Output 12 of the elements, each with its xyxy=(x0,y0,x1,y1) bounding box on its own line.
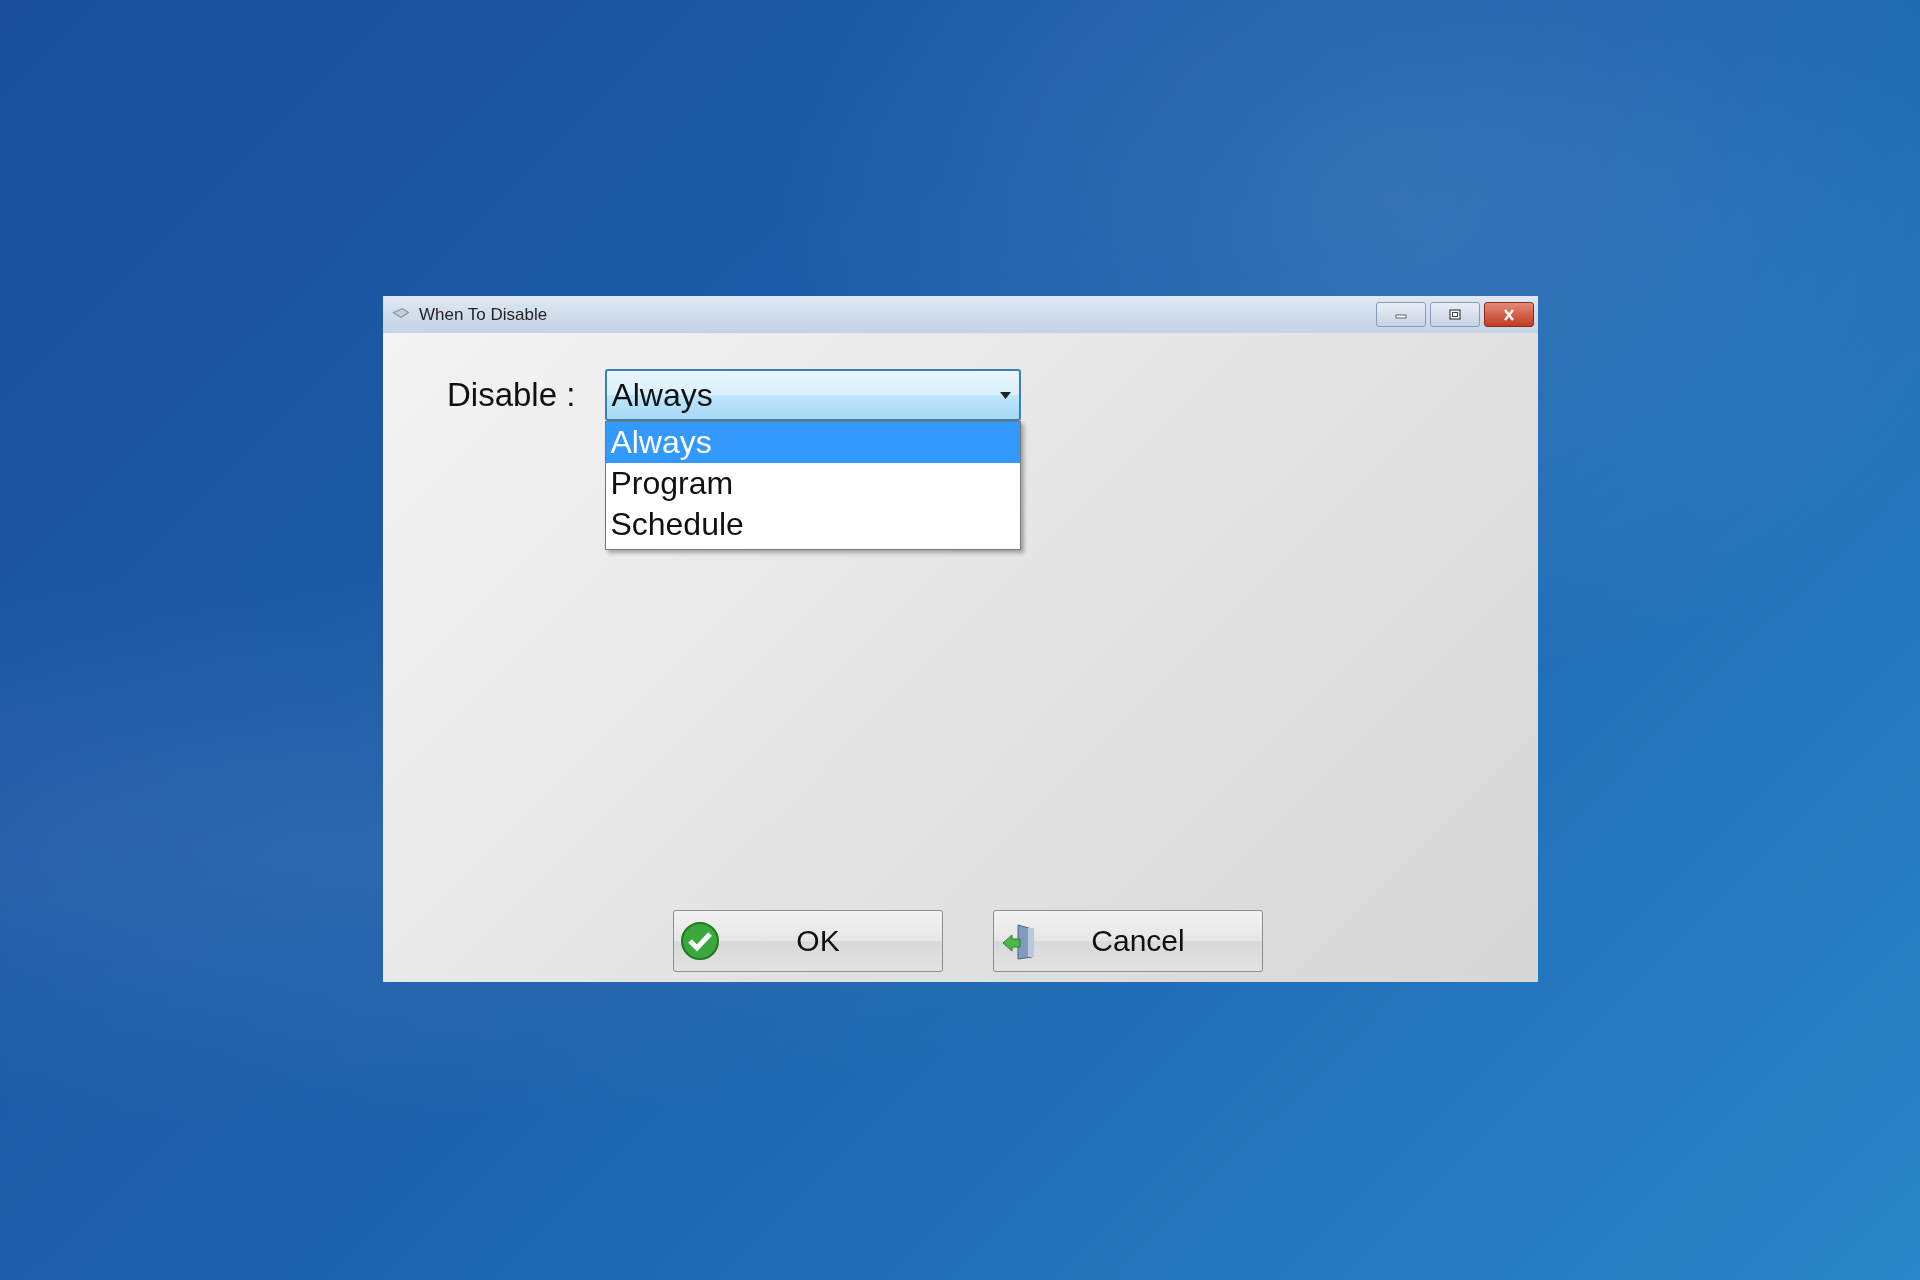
ok-button[interactable]: OK xyxy=(673,910,943,972)
cancel-button[interactable]: Cancel xyxy=(993,910,1263,972)
disable-label: Disable : xyxy=(447,376,576,414)
maximize-button[interactable] xyxy=(1430,302,1480,327)
close-button[interactable] xyxy=(1484,302,1534,327)
caret-icon xyxy=(1000,391,1012,399)
minimize-button[interactable] xyxy=(1376,302,1426,327)
disable-dropdown[interactable]: Always xyxy=(605,369,1022,421)
dropdown-option[interactable]: Program xyxy=(606,463,1021,504)
checkmark-icon xyxy=(680,921,720,961)
dropdown-option[interactable]: Schedule xyxy=(606,504,1021,545)
window-title: When To Disable xyxy=(419,304,549,325)
